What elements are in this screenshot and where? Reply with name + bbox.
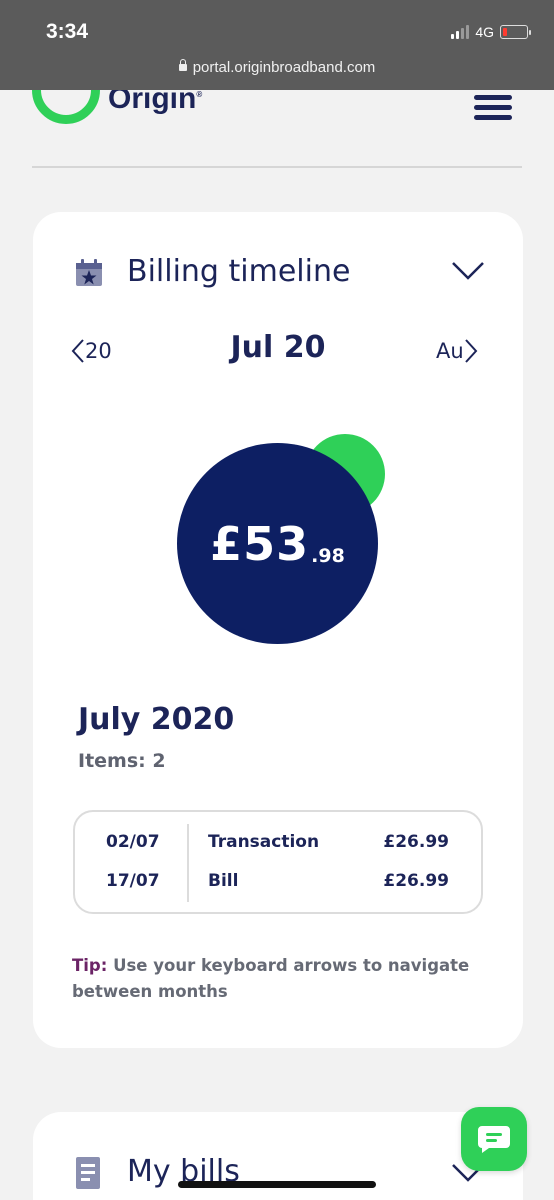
status-time: 3:34: [46, 20, 89, 43]
transactions-list: 02/07 Transaction £26.99 17/07 Bill £26.…: [73, 810, 483, 914]
lock-icon: [178, 59, 187, 71]
bill-total-bubble[interactable]: £53.98: [177, 443, 378, 644]
network-type: 4G: [475, 24, 494, 40]
transaction-description: Transaction: [208, 832, 320, 852]
transaction-row[interactable]: 02/07 Transaction £26.99: [75, 832, 481, 856]
transaction-row[interactable]: 17/07 Bill £26.99: [75, 871, 481, 895]
bill-total-decimal: .98: [311, 544, 345, 567]
document-icon: [76, 1157, 100, 1189]
bill-total-amount: £53: [210, 516, 310, 571]
battery-icon: [500, 25, 531, 39]
transaction-amount: £26.99: [383, 832, 449, 852]
browser-status-bar: 3:34 4G portal.originbroadband.com: [0, 0, 554, 90]
transaction-amount: £26.99: [383, 871, 449, 891]
chevron-down-icon[interactable]: [451, 260, 485, 282]
billing-timeline-card: Billing timeline 20 Jul 20 Au £53.98 Jul…: [33, 212, 523, 1048]
calendar-star-icon: [76, 259, 102, 286]
billing-timeline-title: Billing timeline: [127, 254, 351, 289]
transaction-description: Bill: [208, 871, 239, 891]
transaction-date: 17/07: [106, 871, 160, 891]
chat-bubble-icon: [478, 1126, 510, 1153]
signal-icon: [451, 25, 470, 39]
next-month-button[interactable]: Au: [436, 338, 478, 364]
status-indicators: 4G: [451, 24, 531, 40]
url-text: portal.originbroadband.com: [192, 59, 376, 76]
header-divider: [32, 166, 522, 168]
navigation-tip: Tip: Use your keyboard arrows to navigat…: [72, 953, 492, 1005]
address-bar[interactable]: portal.originbroadband.com: [0, 59, 554, 76]
tip-text: Use your keyboard arrows to navigate bet…: [72, 956, 470, 1001]
hamburger-icon[interactable]: [474, 95, 512, 125]
transaction-date: 02/07: [106, 832, 160, 852]
chat-button[interactable]: [461, 1107, 527, 1171]
home-indicator[interactable]: [178, 1181, 376, 1188]
logo-registered-mark: ®: [196, 90, 203, 99]
tip-label: Tip:: [72, 956, 108, 975]
chevron-right-icon: [464, 339, 478, 363]
period-heading: July 2020: [78, 702, 235, 737]
next-month-label: Au: [436, 339, 464, 363]
items-count: Items: 2: [78, 750, 166, 772]
